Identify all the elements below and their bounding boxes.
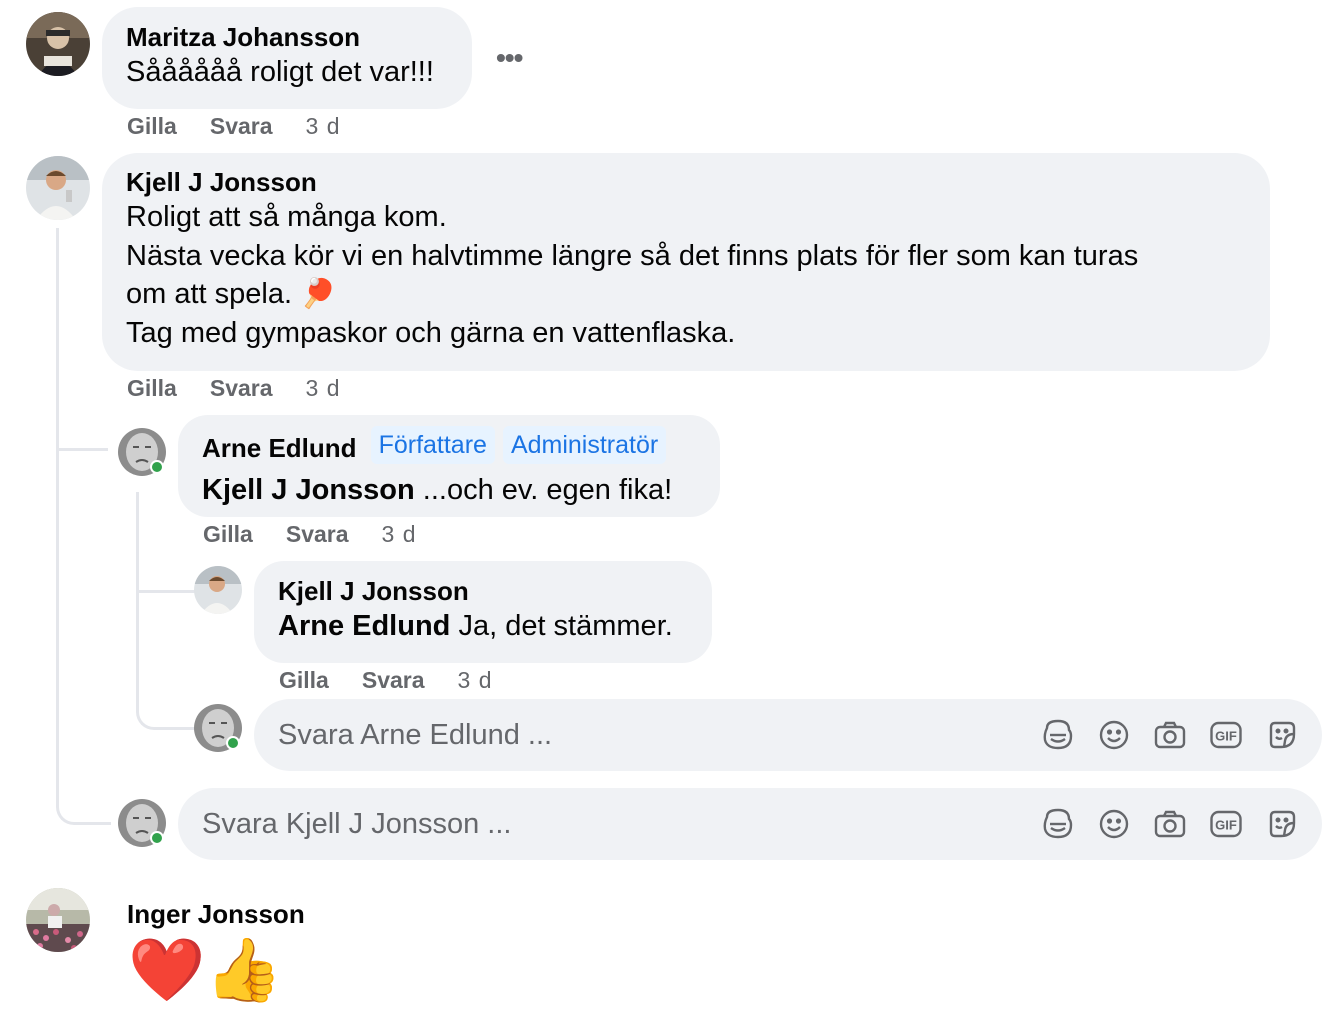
reply-input-placeholder[interactable]: Svara Kjell J Jonsson ...	[178, 808, 1040, 841]
comment-author[interactable]: Inger Jonsson	[127, 898, 305, 930]
online-status-icon	[226, 736, 240, 750]
like-button[interactable]: Gilla	[127, 113, 177, 140]
mention-link[interactable]: Kjell J Jonsson	[202, 474, 415, 506]
emoji-icon[interactable]	[1096, 806, 1132, 842]
comment-text: ...och ev. egen fika!	[414, 474, 673, 506]
like-button[interactable]: Gilla	[127, 375, 177, 402]
comment-bubble: Kjell J Jonsson Roligt att så många kom.…	[102, 153, 1270, 371]
comment-author[interactable]: Arne Edlund	[202, 432, 357, 464]
gif-icon[interactable]: GIF	[1208, 717, 1244, 753]
comment-text-line: Roligt att så många kom.	[126, 201, 447, 233]
camera-icon[interactable]	[1152, 717, 1188, 753]
timestamp[interactable]: 3 d	[306, 375, 341, 402]
gif-icon[interactable]: GIF	[1208, 806, 1244, 842]
svg-text:GIF: GIF	[1215, 818, 1237, 833]
like-button[interactable]: Gilla	[279, 667, 329, 694]
reply-button[interactable]: Svara	[362, 667, 425, 694]
avatar-inger[interactable]	[26, 888, 90, 952]
composer-tools: GIF	[1040, 717, 1322, 753]
avatar-kjell-small[interactable]	[194, 566, 242, 614]
reply-button[interactable]: Svara	[210, 113, 273, 140]
author-badge: Författare	[370, 426, 495, 464]
comment-author[interactable]: Kjell J Jonsson	[278, 575, 688, 607]
comment-text-line: om att spela. 🏓	[126, 278, 337, 310]
online-status-icon	[150, 831, 164, 845]
avatar-kjell[interactable]	[26, 156, 90, 220]
reply-bubble: Kjell J Jonsson Arne Edlund Ja, det stäm…	[254, 561, 712, 663]
comment-actions: Gilla Svara 3 d	[203, 521, 417, 548]
timestamp[interactable]: 3 d	[306, 113, 341, 140]
online-status-icon	[150, 460, 164, 474]
admin-badge: Administratör	[502, 426, 667, 464]
thread-line-branch-1	[56, 430, 108, 451]
reply-bubble: Arne Edlund Författare Administratör Kje…	[178, 415, 720, 517]
comment-actions: Gilla Svara 3 d	[279, 667, 493, 694]
comment-author[interactable]: Kjell J Jonsson	[126, 166, 1246, 198]
camera-icon[interactable]	[1152, 806, 1188, 842]
thread-line-branch-2	[136, 572, 196, 593]
reply-input-kjell[interactable]: Svara Kjell J Jonsson ... GIF	[178, 788, 1322, 860]
timestamp[interactable]: 3 d	[458, 667, 493, 694]
avatar-sticker-icon[interactable]	[1040, 717, 1076, 753]
reply-input-placeholder[interactable]: Svara Arne Edlund ...	[254, 719, 1040, 752]
mention-link[interactable]: Arne Edlund	[278, 610, 450, 642]
avatar-sticker-icon[interactable]	[1040, 806, 1076, 842]
comment-text: Såååååå roligt det var!!!	[126, 56, 434, 88]
svg-text:GIF: GIF	[1215, 729, 1237, 744]
timestamp[interactable]: 3 d	[382, 521, 417, 548]
reply-input-arne[interactable]: Svara Arne Edlund ... GIF	[254, 699, 1322, 771]
thread-line-nested	[136, 492, 199, 730]
like-button[interactable]: Gilla	[203, 521, 253, 548]
reply-button[interactable]: Svara	[286, 521, 349, 548]
emoji-reaction-text: ❤️👍	[128, 936, 283, 1005]
comment-text-line: Nästa vecka kör vi en halvtimme längre s…	[126, 239, 1139, 272]
sticker-icon[interactable]	[1264, 806, 1300, 842]
emoji-icon[interactable]	[1096, 717, 1132, 753]
comment-text-line: Tag med gympaskor och gärna en vattenfla…	[126, 316, 736, 349]
comment-author[interactable]: Maritza Johansson	[126, 21, 448, 53]
composer-tools: GIF	[1040, 806, 1322, 842]
sticker-icon[interactable]	[1264, 717, 1300, 753]
comment-bubble: Maritza Johansson Såååååå roligt det var…	[102, 7, 472, 109]
comment-text: Ja, det stämmer.	[450, 610, 673, 642]
more-options-icon[interactable]: •••	[496, 42, 523, 74]
reply-button[interactable]: Svara	[210, 375, 273, 402]
comment-actions: Gilla Svara 3 d	[127, 375, 341, 402]
avatar-maritza[interactable]	[26, 12, 90, 76]
comment-actions: Gilla Svara 3 d	[127, 113, 341, 140]
